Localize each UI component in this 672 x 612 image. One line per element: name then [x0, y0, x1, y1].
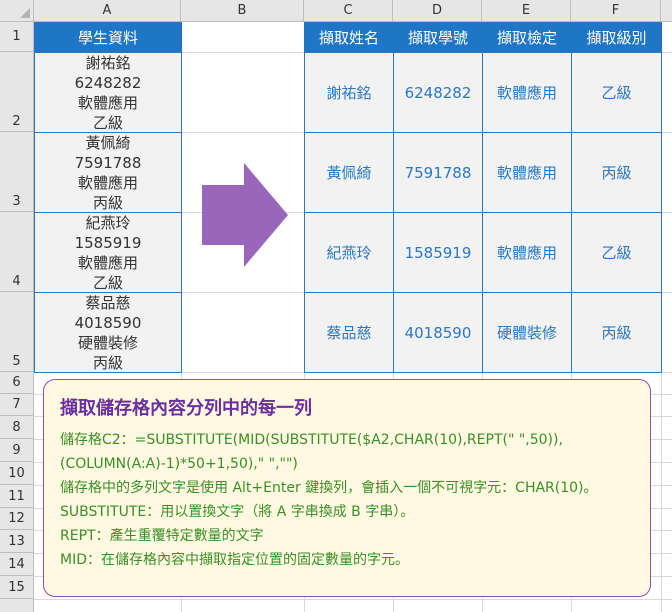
cell-line: 7591788 [74, 153, 142, 172]
column-header-e[interactable]: E [482, 0, 571, 22]
cell-d2[interactable]: 6248282 [393, 52, 483, 133]
grid-line [34, 599, 672, 600]
row-header-2[interactable]: 2 [0, 52, 34, 132]
row-header-9[interactable]: 9 [0, 439, 34, 462]
cell-line: 乙級 [92, 273, 123, 292]
note-line-formula: 儲存格C2：=SUBSTITUTE(MID(SUBSTITUTE($A2,CHA… [60, 432, 563, 448]
row-header-14[interactable]: 14 [0, 553, 34, 576]
cell-line: 丙級 [92, 353, 123, 372]
explanation-textbox[interactable]: 擷取儲存格內容分列中的每一列 儲存格C2：=SUBSTITUTE(MID(SUB… [43, 379, 651, 597]
cell-line: 軟體應用 [77, 253, 138, 272]
cell-a3[interactable]: 黃佩綺 7591788 軟體應用 丙級 [34, 132, 182, 213]
cell-d1[interactable]: 擷取學號 [393, 22, 483, 53]
cell-c1[interactable]: 擷取姓名 [304, 22, 394, 53]
row-header-10[interactable]: 10 [0, 462, 34, 485]
cell-line: 1585919 [74, 233, 142, 252]
cell-line: 蔡品慈 [85, 293, 131, 312]
row-header-4[interactable]: 4 [0, 212, 34, 292]
column-header-partial [661, 0, 672, 22]
select-all-icon [20, 8, 30, 18]
cell-line: 黃佩綺 [85, 133, 131, 152]
cell-e4[interactable]: 軟體應用 [482, 212, 572, 293]
cell-a1[interactable]: 學生資料 [34, 22, 182, 53]
note-line-formula-cont: (COLUMN(A:A)-1)*50+1,50)," ","") [60, 456, 298, 472]
row-header-11[interactable]: 11 [0, 485, 34, 508]
cell-line: 軟體應用 [77, 173, 138, 192]
right-arrow-shape[interactable] [200, 163, 290, 268]
row-header-15[interactable]: 15 [0, 576, 34, 599]
cell-line: 軟體應用 [77, 93, 138, 112]
column-header-c[interactable]: C [304, 0, 393, 22]
column-header-d[interactable]: D [393, 0, 482, 22]
cell-f2[interactable]: 乙級 [571, 52, 662, 133]
cell-e2[interactable]: 軟體應用 [482, 52, 572, 133]
column-header-f[interactable]: F [571, 0, 661, 22]
row-header-3[interactable]: 3 [0, 132, 34, 212]
row-header-partial [0, 599, 34, 612]
cell-f3[interactable]: 丙級 [571, 132, 662, 213]
cell-a5[interactable]: 蔡品慈 4018590 硬體裝修 丙級 [34, 292, 182, 373]
cell-c5[interactable]: 蔡品慈 [304, 292, 394, 373]
cell-f5[interactable]: 丙級 [571, 292, 662, 373]
cell-f4[interactable]: 乙級 [571, 212, 662, 293]
cell-line: 6248282 [74, 73, 142, 92]
cell-line: 謝祐銘 [85, 53, 131, 72]
spreadsheet: A B C D E F 1 2 3 4 5 6 7 8 9 10 11 12 1… [0, 0, 672, 612]
column-header-a[interactable]: A [34, 0, 181, 22]
note-line-char10: 儲存格中的多列文字是使用 Alt+Enter 鍵換列，會插入一個不可視字元：CH… [60, 480, 598, 496]
cell-line: 硬體裝修 [77, 333, 138, 352]
row-header-7[interactable]: 7 [0, 394, 34, 416]
row-header-12[interactable]: 12 [0, 508, 34, 530]
note-line-substitute: SUBSTITUTE：用以置換文字（將 A 字串換成 B 字串）。 [60, 504, 415, 520]
cell-e1[interactable]: 擷取檢定 [482, 22, 572, 53]
row-header-5[interactable]: 5 [0, 292, 34, 372]
cell-line: 丙級 [92, 193, 123, 212]
cell-line: 乙級 [92, 113, 123, 132]
cell-c3[interactable]: 黃佩綺 [304, 132, 394, 213]
select-all-corner[interactable] [0, 0, 34, 22]
cell-e5[interactable]: 硬體裝修 [482, 292, 572, 373]
cell-f1[interactable]: 擷取級別 [571, 22, 662, 53]
column-header-b[interactable]: B [181, 0, 304, 22]
cell-line: 紀燕玲 [85, 213, 131, 232]
cell-c2[interactable]: 謝祐銘 [304, 52, 394, 133]
row-header-1[interactable]: 1 [0, 22, 34, 52]
cell-a4[interactable]: 紀燕玲 1585919 軟體應用 乙級 [34, 212, 182, 293]
cell-d5[interactable]: 4018590 [393, 292, 483, 373]
right-arrow-icon [202, 163, 288, 267]
note-line-rept: REPT：產生重覆特定數量的文字 [60, 528, 264, 544]
row-header-13[interactable]: 13 [0, 530, 34, 553]
cell-e3[interactable]: 軟體應用 [482, 132, 572, 213]
note-line-mid: MID：在儲存格內容中擷取指定位置的固定數量的字元。 [60, 552, 409, 568]
cell-c4[interactable]: 紀燕玲 [304, 212, 394, 293]
cell-a2[interactable]: 謝祐銘 6248282 軟體應用 乙級 [34, 52, 182, 133]
note-title: 擷取儲存格內容分列中的每一列 [60, 398, 312, 419]
row-header-6[interactable]: 6 [0, 372, 34, 394]
row-header-8[interactable]: 8 [0, 416, 34, 439]
cell-d4[interactable]: 1585919 [393, 212, 483, 293]
cell-d3[interactable]: 7591788 [393, 132, 483, 213]
cell-line: 4018590 [74, 313, 142, 332]
